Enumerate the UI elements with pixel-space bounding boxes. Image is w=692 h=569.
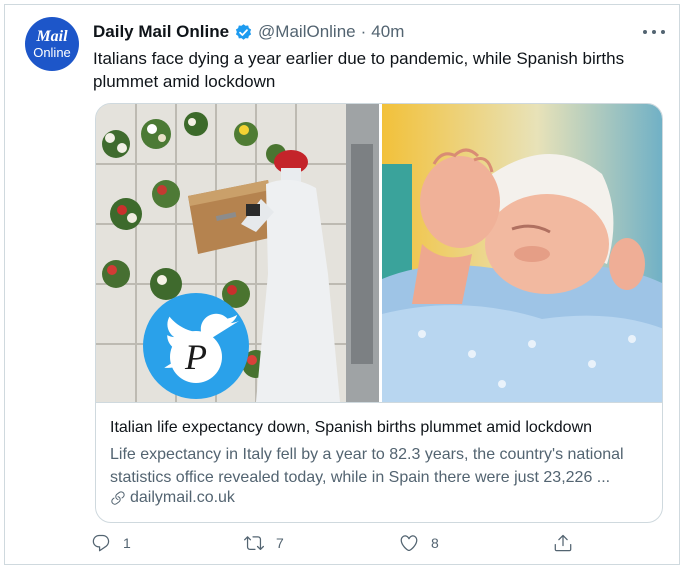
avatar-line1: Mail [36, 28, 68, 45]
share-icon [554, 534, 572, 552]
action-bar: 1 7 8 [91, 533, 581, 557]
tweet[interactable]: Mail Online Daily Mail Online @MailOnlin… [4, 4, 680, 565]
card-description: Life expectancy in Italy fell by a year … [110, 446, 624, 486]
author-name[interactable]: Daily Mail Online [93, 22, 229, 42]
tweet-header: Daily Mail Online @MailOnline · 40m [93, 21, 404, 43]
tweet-text: Italians face dying a year earlier due t… [93, 49, 625, 91]
newborn-photo [382, 104, 662, 402]
retweet-button[interactable]: 7 [244, 533, 284, 553]
like-count: 8 [431, 535, 439, 551]
verified-badge-icon [235, 23, 252, 40]
twitter-bird-icon: P [143, 293, 249, 399]
card-body[interactable]: Italian life expectancy down, Spanish bi… [96, 402, 662, 522]
separator-dot: · [360, 22, 367, 41]
share-button[interactable] [553, 533, 573, 553]
more-icon[interactable] [643, 25, 665, 39]
link-icon [111, 491, 125, 505]
overlay-letter: P [184, 337, 207, 377]
like-icon [400, 535, 418, 552]
reply-button[interactable]: 1 [91, 533, 131, 553]
author-handle[interactable]: @MailOnline [258, 22, 356, 42]
reply-count: 1 [123, 535, 131, 551]
card-media[interactable]: P [96, 104, 662, 402]
retweet-icon [244, 536, 264, 551]
card-domain-text: dailymail.co.uk [130, 489, 235, 506]
reply-icon [92, 534, 110, 552]
card-title: Italian life expectancy down, Spanish bi… [110, 419, 593, 436]
link-card[interactable]: P Italian life expectancy down, Spanish … [95, 103, 663, 523]
avatar-line2: Online [33, 45, 71, 60]
tweet-timestamp[interactable]: 40m [371, 22, 404, 42]
retweet-count: 7 [276, 535, 284, 551]
card-domain[interactable]: dailymail.co.uk [110, 489, 235, 507]
like-button[interactable]: 8 [399, 533, 439, 553]
avatar[interactable]: Mail Online [25, 17, 79, 71]
